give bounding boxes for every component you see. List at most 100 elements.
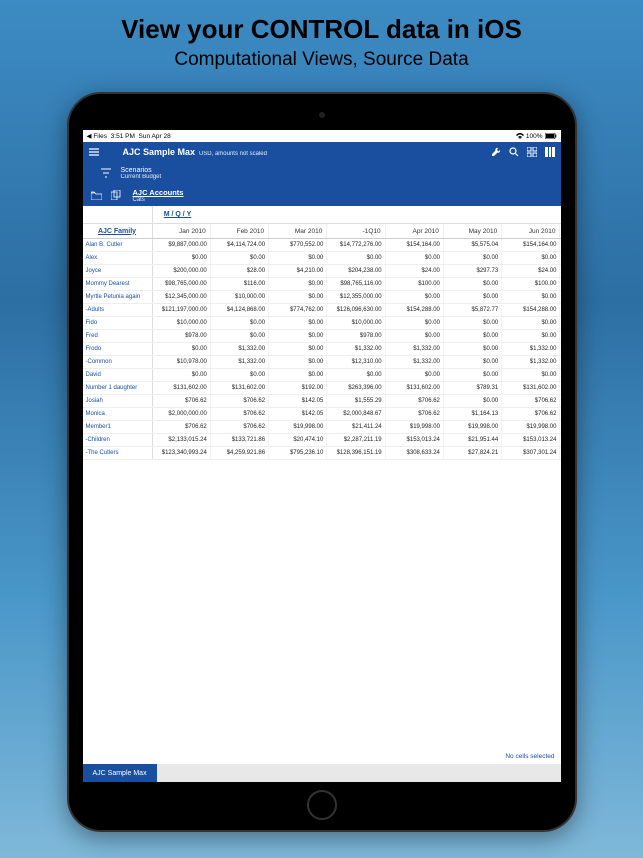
cell[interactable]: $706.62 [386, 395, 444, 407]
cell[interactable]: $0.00 [444, 317, 502, 329]
table-row[interactable]: Josiah$706.62$706.62$142.05$1,555.29$706… [83, 395, 561, 408]
table-row[interactable]: Joyce$200,000.00$28.00$4,210.00$204,238.… [83, 265, 561, 278]
row-label[interactable]: Alex [83, 252, 153, 264]
col-header[interactable]: Feb 2010 [211, 224, 269, 238]
back-label[interactable]: ◀ Files [87, 133, 108, 140]
row-label[interactable]: Number 1 daughter [83, 382, 153, 394]
col-header[interactable]: May 2010 [444, 224, 502, 238]
cell[interactable]: $706.62 [211, 408, 269, 420]
cell[interactable]: $0.00 [327, 252, 385, 264]
table-row[interactable]: -The Cutlers$123,340,993.24$4,259,921.86… [83, 447, 561, 460]
cell[interactable]: $21,951.44 [444, 434, 502, 446]
cell[interactable]: $0.00 [444, 252, 502, 264]
cell[interactable]: $10,978.00 [153, 356, 211, 368]
cell[interactable]: $0.00 [444, 291, 502, 303]
cell[interactable]: $774,762.00 [269, 304, 327, 316]
cell[interactable]: $297.73 [444, 265, 502, 277]
cell[interactable]: $12,310.00 [327, 356, 385, 368]
cell[interactable]: $100.00 [502, 278, 560, 290]
data-grid[interactable]: Alan B. Cutler$9,887,000.00$4,114,724.00… [83, 239, 561, 460]
cell[interactable]: $121,197,000.00 [153, 304, 211, 316]
row-label[interactable]: Josiah [83, 395, 153, 407]
cell[interactable]: $0.00 [211, 317, 269, 329]
cell[interactable]: $0.00 [444, 330, 502, 342]
cell[interactable]: $154,164.00 [502, 239, 560, 251]
scenarios-row[interactable]: Scenarios Current Budget [83, 162, 561, 184]
cell[interactable]: $131,602.00 [153, 382, 211, 394]
cell[interactable]: $0.00 [502, 330, 560, 342]
cell[interactable]: $0.00 [327, 369, 385, 381]
sheet-tab[interactable]: AJC Sample Max [83, 764, 157, 782]
cell[interactable]: $12,355,000.00 [327, 291, 385, 303]
cell[interactable]: $770,552.00 [269, 239, 327, 251]
row-label[interactable]: -Children [83, 434, 153, 446]
cell[interactable]: $12,345,000.00 [153, 291, 211, 303]
cell[interactable]: $0.00 [269, 330, 327, 342]
table-row[interactable]: Member1$706.62$706.62$19,998.00$21,411.2… [83, 421, 561, 434]
cell[interactable]: $0.00 [269, 356, 327, 368]
cell[interactable]: $9,887,000.00 [153, 239, 211, 251]
cell[interactable]: $1,555.29 [327, 395, 385, 407]
cell[interactable]: $0.00 [211, 330, 269, 342]
cell[interactable]: $192.00 [269, 382, 327, 394]
row-label[interactable]: Myrtle Petunia again [83, 291, 153, 303]
col-header[interactable]: Jan 2010 [153, 224, 211, 238]
cell[interactable]: $0.00 [269, 291, 327, 303]
cell[interactable]: $14,772,276.00 [327, 239, 385, 251]
cell[interactable]: $131,602.00 [211, 382, 269, 394]
row-label[interactable]: Monica [83, 408, 153, 420]
accounts-row[interactable]: AJC Accounts Cats [83, 184, 561, 206]
cell[interactable]: $10,000.00 [153, 317, 211, 329]
table-row[interactable]: David$0.00$0.00$0.00$0.00$0.00$0.00$0.00 [83, 369, 561, 382]
row-label[interactable]: Member1 [83, 421, 153, 433]
cell[interactable]: $4,124,868.00 [211, 304, 269, 316]
cell[interactable]: $2,000,848.67 [327, 408, 385, 420]
menu-icon[interactable] [89, 147, 99, 157]
cell[interactable]: $153,013.24 [502, 434, 560, 446]
cell[interactable]: $5,575.04 [444, 239, 502, 251]
col-header[interactable]: Apr 2010 [386, 224, 444, 238]
col-header[interactable]: -1Q10 [327, 224, 385, 238]
row-label[interactable]: David [83, 369, 153, 381]
grid-icon[interactable] [527, 147, 537, 157]
col-header[interactable]: Mar 2010 [269, 224, 327, 238]
cell[interactable]: $307,301.24 [502, 447, 560, 459]
cell[interactable]: $19,998.00 [444, 421, 502, 433]
cell[interactable]: $308,633.24 [386, 447, 444, 459]
filter-icon[interactable] [101, 168, 121, 178]
columns-icon[interactable] [545, 147, 555, 157]
cell[interactable]: $0.00 [444, 343, 502, 355]
cell[interactable]: $0.00 [153, 343, 211, 355]
cell[interactable]: $706.62 [502, 408, 560, 420]
cell[interactable]: $706.62 [211, 395, 269, 407]
cell[interactable]: $10,000.00 [211, 291, 269, 303]
table-row[interactable]: -Children$2,133,015.24$133,721.86$20,474… [83, 434, 561, 447]
row-header-title[interactable]: AJC Family [83, 224, 153, 238]
cell[interactable]: $0.00 [211, 252, 269, 264]
row-label[interactable]: -Adults [83, 304, 153, 316]
cell[interactable]: $19,998.00 [269, 421, 327, 433]
cell[interactable]: $1,332.00 [502, 343, 560, 355]
cell[interactable]: $133,721.86 [211, 434, 269, 446]
cell[interactable]: $0.00 [502, 291, 560, 303]
cell[interactable]: $0.00 [269, 369, 327, 381]
cell[interactable]: $0.00 [386, 369, 444, 381]
cell[interactable]: $2,133,015.24 [153, 434, 211, 446]
search-icon[interactable] [509, 147, 519, 157]
cell[interactable]: $0.00 [444, 395, 502, 407]
cell[interactable]: $2,000,000.00 [153, 408, 211, 420]
cell[interactable]: $1,332.00 [211, 343, 269, 355]
cell[interactable]: $1,332.00 [327, 343, 385, 355]
ipad-home-button[interactable] [307, 790, 337, 820]
table-row[interactable]: Fido$10,000.00$0.00$0.00$10,000.00$0.00$… [83, 317, 561, 330]
cell[interactable]: $154,164.00 [386, 239, 444, 251]
cell[interactable]: $154,288.00 [386, 304, 444, 316]
row-label[interactable]: Frodo [83, 343, 153, 355]
cell[interactable]: $0.00 [269, 278, 327, 290]
cell[interactable]: $706.62 [153, 421, 211, 433]
cell[interactable]: $24.00 [386, 265, 444, 277]
wrench-icon[interactable] [491, 147, 501, 157]
cell[interactable]: $0.00 [211, 369, 269, 381]
row-label[interactable]: Mommy Dearest [83, 278, 153, 290]
cell[interactable]: $795,236.10 [269, 447, 327, 459]
